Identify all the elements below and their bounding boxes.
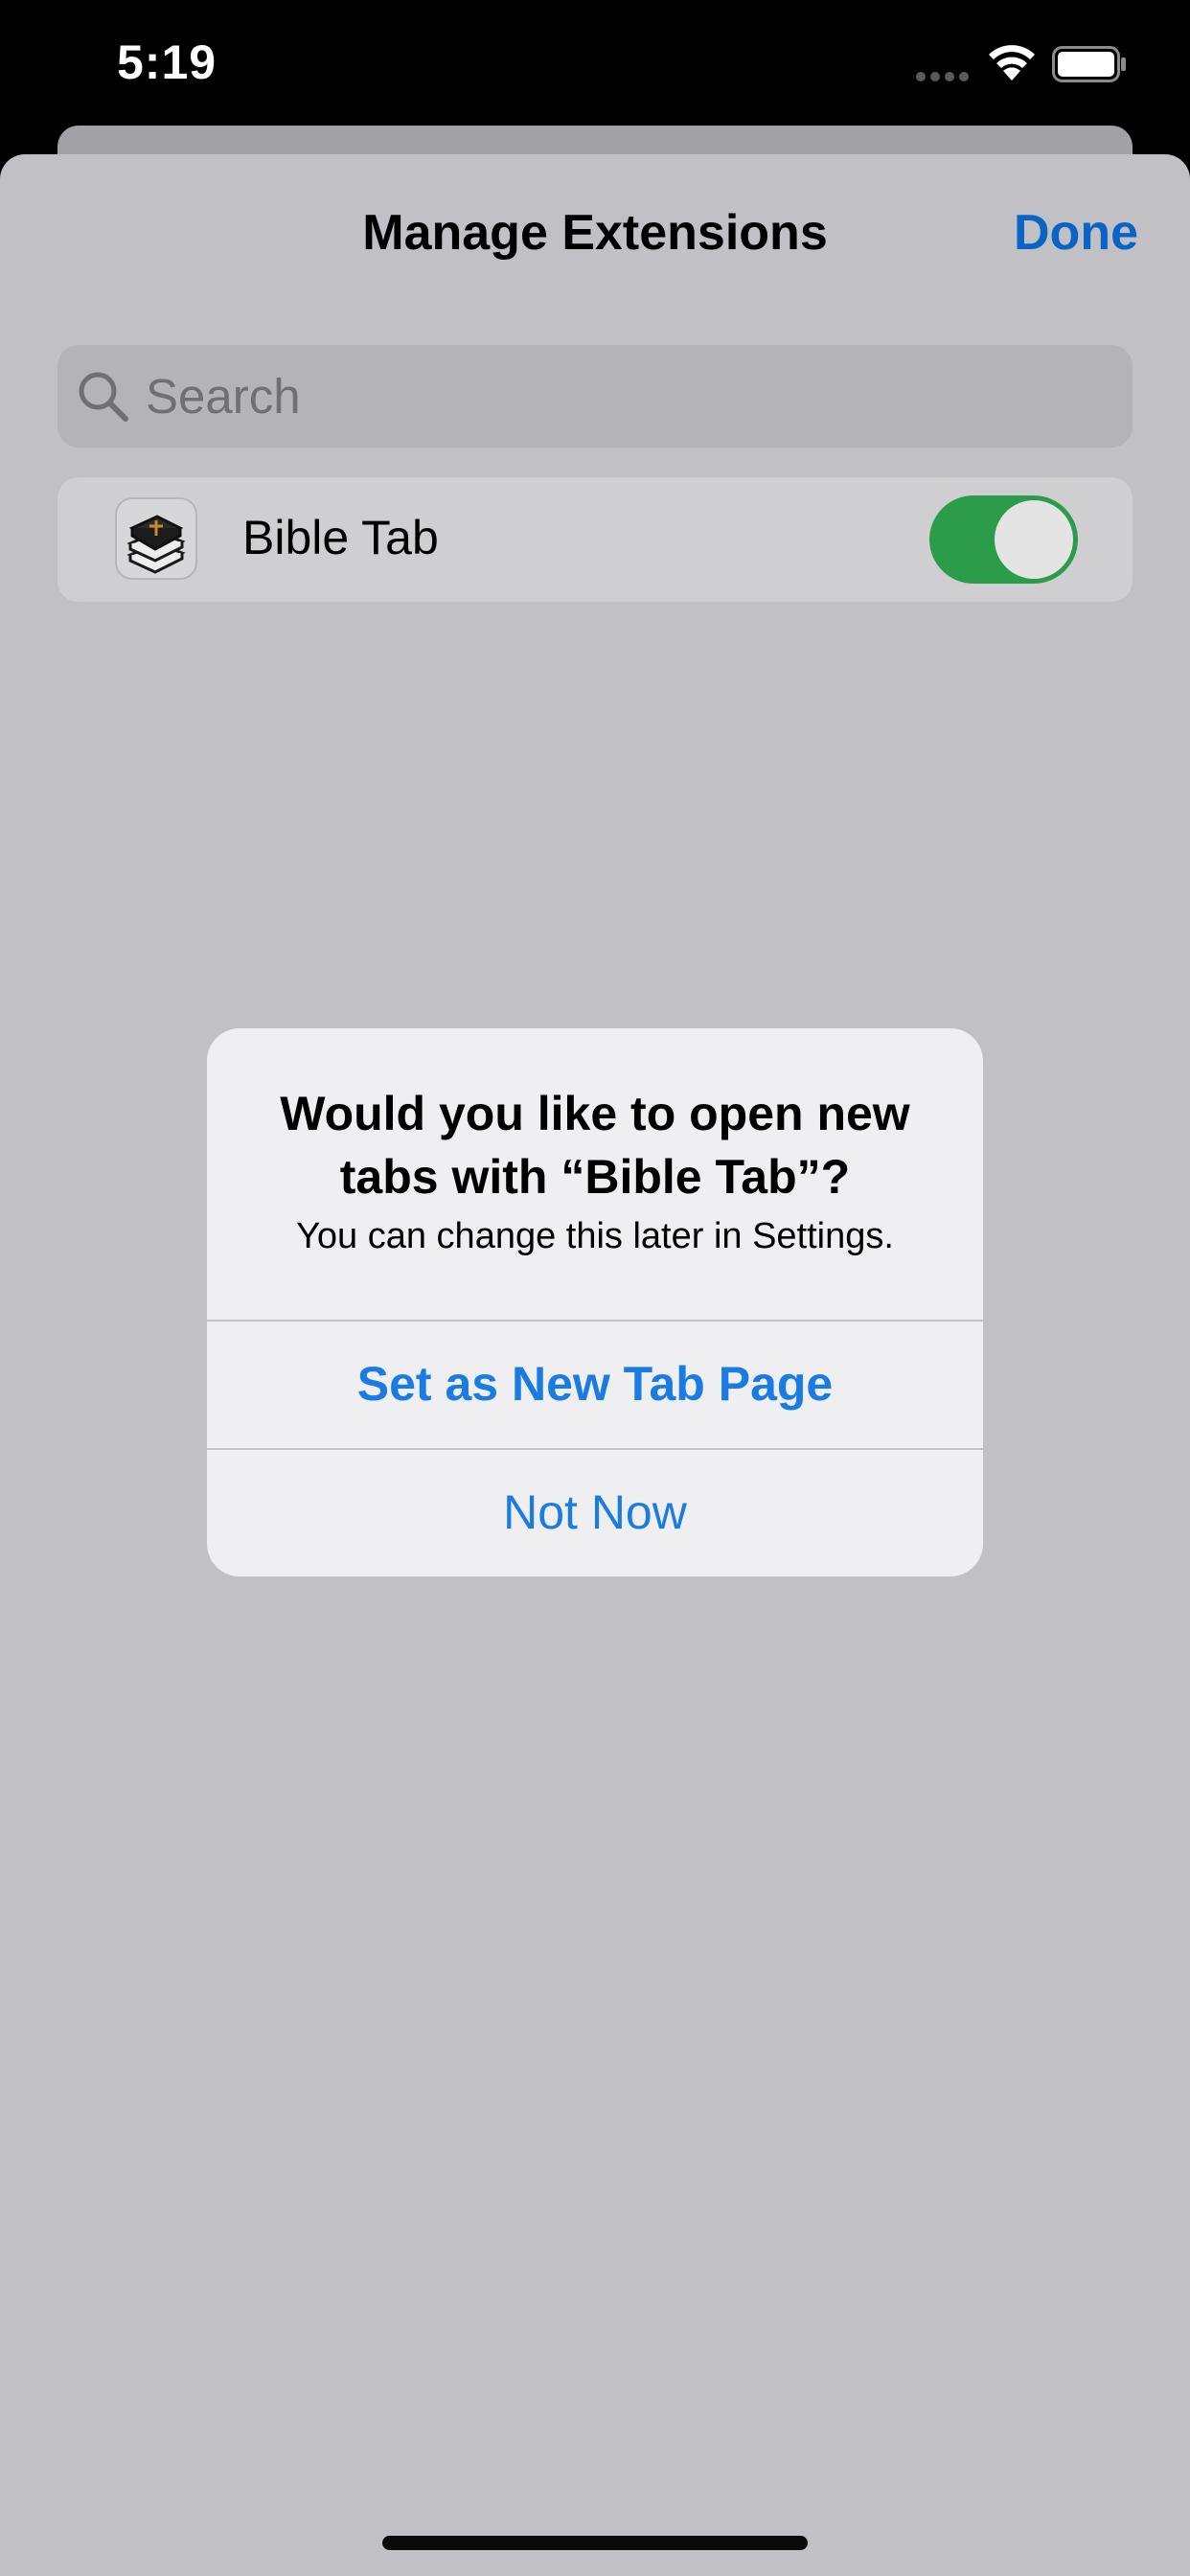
set-as-new-tab-page-button[interactable]: Set as New Tab Page — [207, 1322, 983, 1446]
search-icon — [79, 372, 128, 422]
bible-book-icon — [115, 497, 197, 580]
search-bar[interactable] — [57, 345, 1133, 448]
signal-icon — [916, 72, 969, 81]
home-indicator[interactable] — [382, 2536, 808, 2550]
done-button[interactable]: Done — [1014, 204, 1138, 262]
status-time: 5:19 — [117, 35, 217, 89]
extension-name: Bible Tab — [242, 511, 439, 564]
extension-row-bible-tab: Bible Tab — [57, 477, 1133, 602]
alert-message: You can change this later in Settings. — [296, 1216, 894, 1256]
new-tab-alert: Would you like to open new tabs with “Bi… — [207, 1028, 983, 1576]
sheet-title: Manage Extensions — [362, 205, 828, 261]
toggle-knob — [995, 500, 1073, 579]
battery-icon — [1052, 46, 1126, 82]
status-bar: 5:19 — [0, 0, 1190, 144]
alert-title: Would you like to open new tabs with “Bi… — [280, 1087, 910, 1204]
search-input[interactable] — [146, 345, 1104, 448]
wifi-icon — [989, 45, 1035, 80]
extension-enabled-toggle[interactable] — [929, 495, 1078, 584]
not-now-button[interactable]: Not Now — [207, 1450, 983, 1575]
